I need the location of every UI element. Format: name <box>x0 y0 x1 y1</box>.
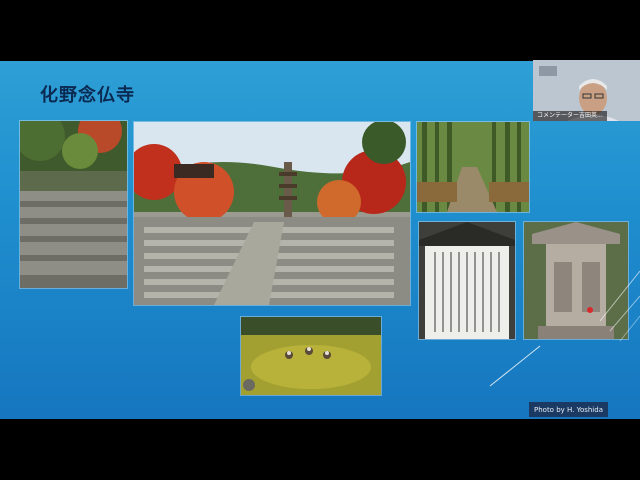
photo-credit: Photo by H. Yoshida <box>529 402 608 417</box>
slide-title: 化野念仏寺 <box>40 85 135 106</box>
stone-statues-garden-photo <box>133 121 411 306</box>
participant-video-tile[interactable]: コメンテーター吉田英... <box>533 60 640 121</box>
participant-name: コメンテーター吉田英... <box>533 111 607 121</box>
bamboo-path-photo <box>416 121 530 213</box>
stone-stairs-photo <box>19 120 128 289</box>
moss-garden-photo <box>240 316 382 396</box>
decorative-lines <box>489 270 640 387</box>
